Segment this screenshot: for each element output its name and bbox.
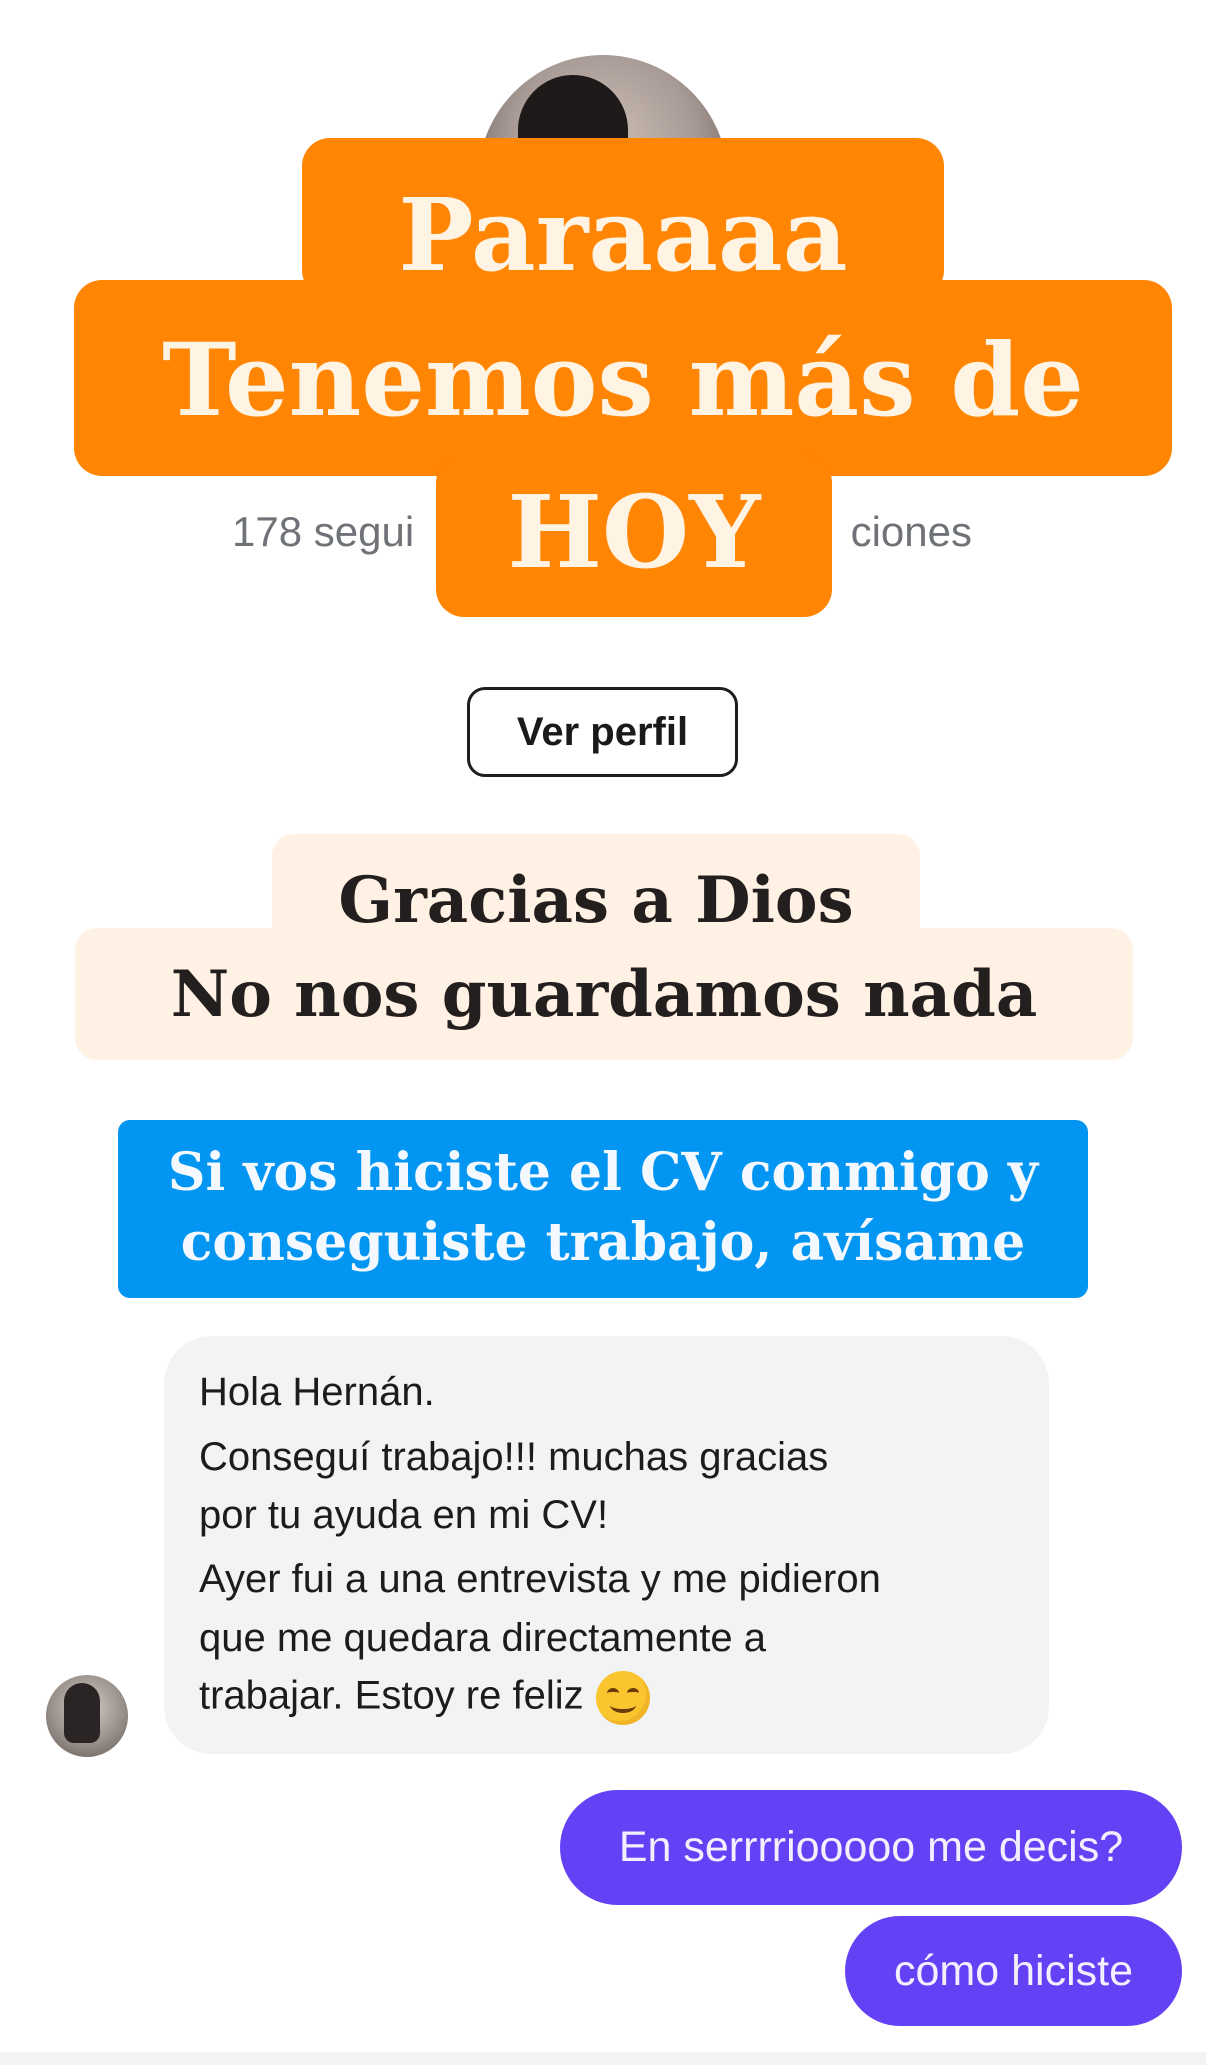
cream-text-line-2: No nos guardamos nada (170, 957, 1038, 1032)
outgoing-message-bubble[interactable]: cómo hiciste (845, 1916, 1182, 2026)
incoming-message-line: Conseguí trabajo!!! muchas gracias (199, 1435, 829, 1479)
orange-text-line-3: HOY (507, 473, 761, 591)
stats-right-text: ciones (850, 508, 972, 555)
incoming-message-last-line: trabajar. Estoy re feliz (199, 1671, 650, 1725)
view-profile-button[interactable]: Ver perfil (467, 687, 738, 777)
blue-text-line-2: conseguiste trabajo, avísame (180, 1212, 1026, 1273)
outgoing-message-bubble[interactable]: En serrrriooooo me decis? (560, 1790, 1182, 1905)
orange-text-line-2: Tenemos más de (162, 321, 1084, 439)
bottom-divider (0, 2052, 1206, 2065)
blue-text-line-1: Si vos hiciste el CV conmigo y (167, 1142, 1039, 1203)
incoming-message-line: trabajar. Estoy re feliz (199, 1673, 584, 1718)
sender-avatar[interactable] (46, 1675, 128, 1757)
cream-text-line-1: Gracias a Dios (338, 863, 854, 938)
orange-text-line-1: Paraaaa (398, 176, 848, 294)
incoming-message-line: Hola Hernán. (199, 1370, 435, 1414)
stats-left-text: 178 segui (232, 508, 415, 555)
incoming-message-line: por tu ayuda en mi CV! (199, 1493, 609, 1537)
smiling-face-icon (595, 1671, 650, 1725)
incoming-message-line: que me quedara directamente a (199, 1616, 767, 1660)
incoming-message-line: Ayer fui a una entrevista y me pidieron (199, 1557, 881, 1601)
